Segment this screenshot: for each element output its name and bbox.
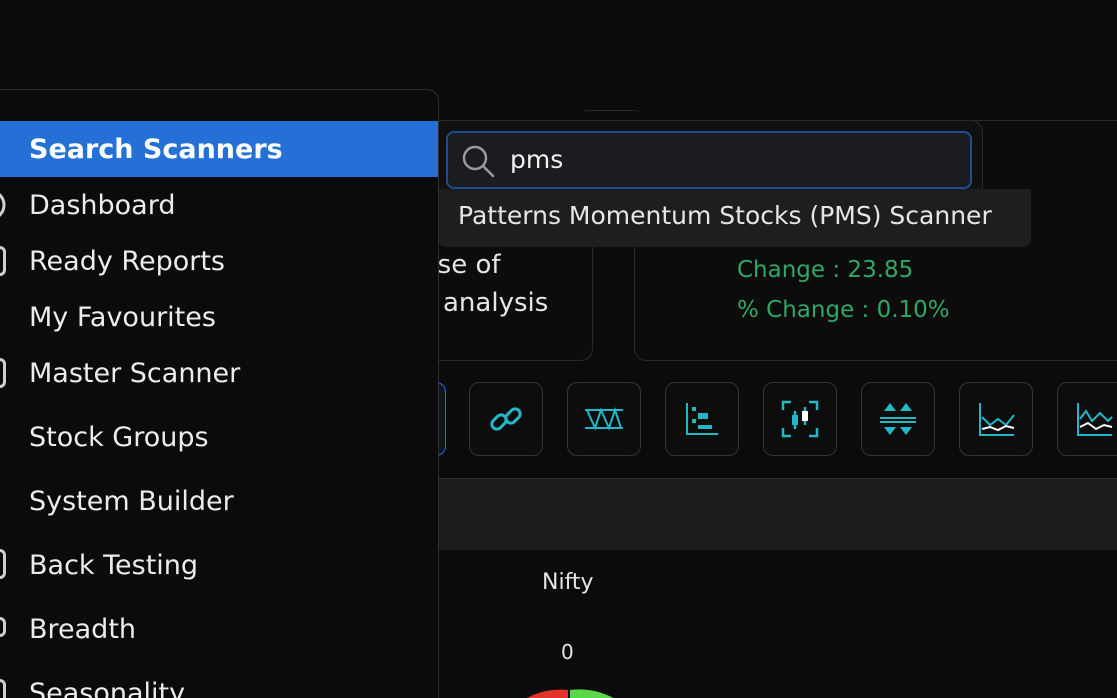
seasonality-icon xyxy=(0,679,6,698)
sidebar-item-seasonality[interactable]: Seasonality xyxy=(0,665,438,698)
sidebar-item-breadth[interactable]: Breadth xyxy=(0,601,438,657)
sidebar-item-label: My Favourites xyxy=(29,301,216,333)
area-chart-button[interactable] xyxy=(1057,382,1117,456)
sidebar-item-dashboard[interactable]: Dashboard xyxy=(0,177,438,233)
sidebar-item-label: Dashboard xyxy=(29,189,176,221)
search-result-item[interactable]: Patterns Momentum Stocks (PMS) Scanner xyxy=(458,201,992,230)
arrows-up-down-icon xyxy=(880,403,916,435)
sidebar-item-label: Seasonality xyxy=(29,677,186,698)
candlestick-focus-icon xyxy=(781,400,819,438)
chart-title: Nifty xyxy=(542,570,594,595)
sidebar-item-my-favourites[interactable]: My Favourites xyxy=(0,289,438,345)
sidebar-item-label: Search Scanners xyxy=(29,133,283,165)
area-chart-icon xyxy=(1077,403,1113,436)
sidebar-item-label: Back Testing xyxy=(29,549,199,581)
sidebar-item-stock-groups[interactable]: Stock Groups xyxy=(0,409,438,465)
bar-distribution-icon xyxy=(686,403,718,435)
app-root: erse of analysis Change : 23.85 % Change… xyxy=(0,0,1117,698)
line-chart-button[interactable] xyxy=(959,382,1033,456)
bar-distribution-button[interactable] xyxy=(665,382,739,456)
section-header-band xyxy=(438,478,1117,550)
search-input[interactable]: pms xyxy=(446,131,972,189)
zigzag-button[interactable] xyxy=(567,382,641,456)
sidebar-item-label: Ready Reports xyxy=(29,245,225,277)
sidebar-item-label: System Builder xyxy=(29,485,234,517)
builder-icon xyxy=(0,489,6,513)
breadth-icon xyxy=(0,617,6,637)
link-icon xyxy=(490,407,522,431)
gauge-chart xyxy=(527,689,614,698)
info-card-line: analysis xyxy=(443,288,549,318)
backtest-icon xyxy=(0,549,6,579)
sidebar-item-label: Breadth xyxy=(29,613,137,645)
sidebar-item-search-scanners[interactable]: Search Scanners xyxy=(0,121,438,177)
sidebar-item-ready-reports[interactable]: Ready Reports xyxy=(0,233,438,289)
candlestick-focus-button[interactable] xyxy=(763,382,837,456)
line-chart-icon xyxy=(979,403,1015,436)
sidebar-menu: Search Scanners Dashboard Ready Reports … xyxy=(0,89,439,698)
sidebar-item-back-testing[interactable]: Back Testing xyxy=(0,537,438,593)
dashboard-icon xyxy=(0,193,6,217)
report-icon xyxy=(0,246,6,276)
sidebar-item-master-scanner[interactable]: Master Scanner xyxy=(0,345,438,401)
link-button[interactable] xyxy=(469,382,543,456)
scanner-icon xyxy=(0,358,6,388)
arrows-up-down-button[interactable] xyxy=(861,382,935,456)
percent-change-value: % Change : 0.10% xyxy=(737,297,950,323)
chart-value: 0 xyxy=(561,640,574,664)
sidebar-item-label: Master Scanner xyxy=(29,357,241,389)
sidebar-item-system-builder[interactable]: System Builder xyxy=(0,473,438,529)
search-results-dropdown: Patterns Momentum Stocks (PMS) Scanner xyxy=(438,189,1031,247)
search-icon xyxy=(462,145,495,178)
zigzag-icon xyxy=(585,406,623,431)
search-input-value: pms xyxy=(510,145,564,174)
sidebar-item-label: Stock Groups xyxy=(29,421,209,453)
groups-icon xyxy=(0,425,6,449)
change-value: Change : 23.85 xyxy=(737,257,914,283)
